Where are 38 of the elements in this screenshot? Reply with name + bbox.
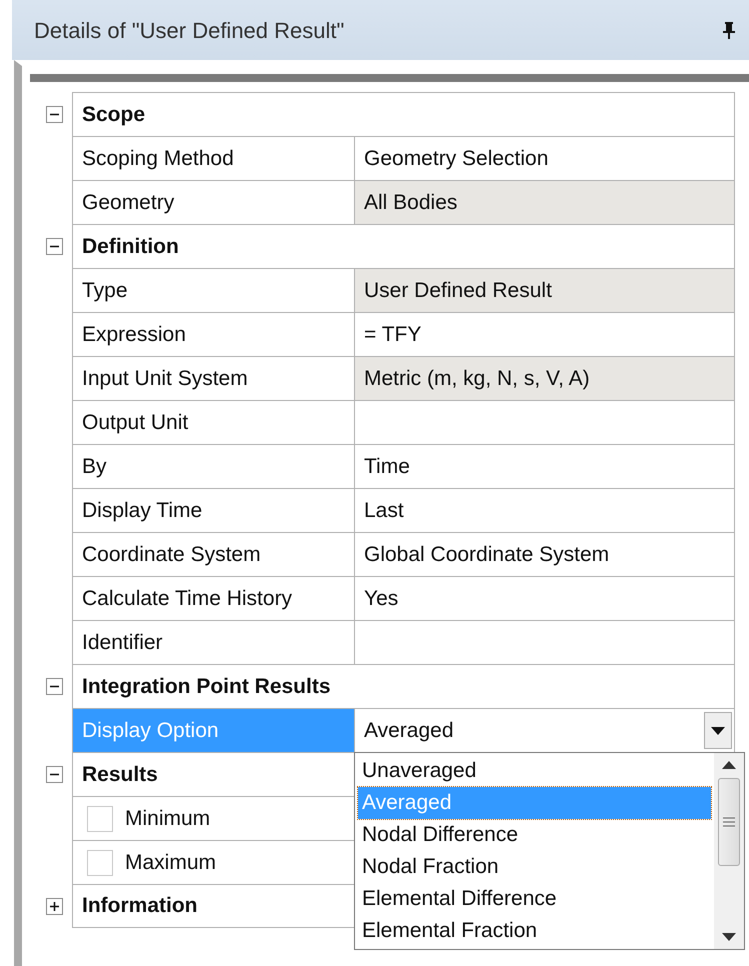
property-label[interactable]: Identifier — [72, 620, 354, 664]
checkbox[interactable] — [87, 850, 113, 876]
pin-icon[interactable] — [723, 21, 735, 39]
property-value[interactable]: Yes — [354, 576, 735, 620]
plus-icon[interactable] — [46, 898, 62, 914]
property-label[interactable]: Coordinate System — [72, 532, 354, 576]
dropdown-button[interactable] — [704, 712, 732, 749]
minus-icon[interactable] — [46, 106, 62, 122]
property-label: Minimum — [125, 806, 210, 832]
property-value[interactable]: User Defined Result — [354, 268, 735, 312]
caret-icon — [711, 726, 725, 734]
panel-title: Details of "User Defined Result" — [34, 16, 344, 44]
property-label[interactable]: Expression — [72, 312, 354, 356]
property-value[interactable]: Global Coordinate System — [354, 532, 735, 576]
property-label[interactable]: Calculate Time History — [72, 576, 354, 620]
minus-icon[interactable] — [46, 678, 62, 694]
dropdown-option[interactable]: Unaveraged — [358, 755, 711, 787]
group-header: Scope — [72, 92, 735, 136]
property-value[interactable]: Last — [354, 488, 735, 532]
property-value[interactable]: All Bodies — [354, 180, 735, 224]
minus-icon[interactable] — [46, 238, 62, 254]
checkbox[interactable] — [87, 806, 113, 832]
dropdown-option[interactable]: Elemental Difference — [358, 883, 711, 915]
dropdown-option[interactable]: Elemental Fraction — [358, 915, 711, 947]
property-label[interactable]: By — [72, 444, 354, 488]
property-label[interactable]: Output Unit — [72, 400, 354, 444]
property-label[interactable]: Display Time — [72, 488, 354, 532]
scroll-down-icon[interactable] — [722, 932, 736, 941]
dropdown-option[interactable]: Nodal Difference — [358, 819, 711, 851]
property-label: Maximum — [125, 850, 216, 876]
property-value[interactable]: Metric (m, kg, N, s, V, A) — [354, 356, 735, 400]
scroll-thumb[interactable] — [718, 778, 740, 866]
property-label[interactable]: Scoping Method — [72, 136, 354, 180]
minus-icon[interactable] — [46, 766, 62, 782]
scrollbar[interactable] — [714, 753, 744, 949]
property-value[interactable]: Time — [354, 444, 735, 488]
dropdown-option[interactable]: Nodal Fraction — [358, 851, 711, 883]
scroll-up-icon[interactable] — [722, 761, 736, 769]
